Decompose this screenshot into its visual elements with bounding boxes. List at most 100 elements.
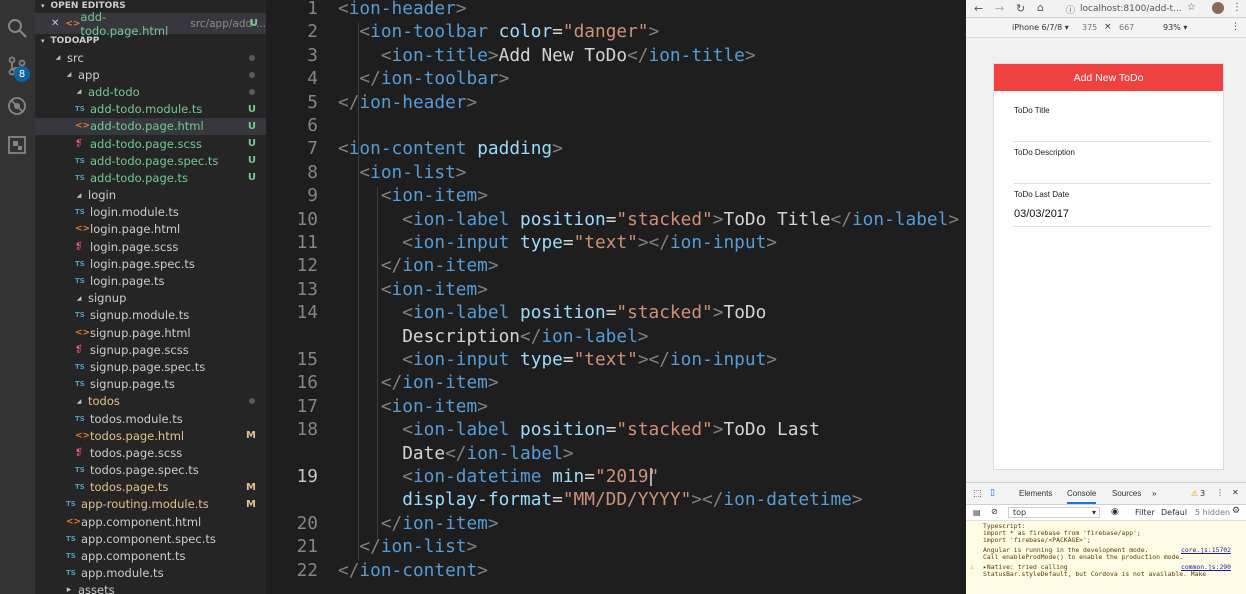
eye-icon[interactable]: ◉ xyxy=(1111,507,1119,517)
file-add-todo-page-ts[interactable]: TS add-todo.page.ts U xyxy=(35,169,266,186)
file-todos-module-ts[interactable]: TS todos.module.ts xyxy=(35,410,266,427)
home-icon[interactable]: ⌂ xyxy=(1037,1,1044,14)
device-select[interactable]: iPhone 6/7/8 ▾ xyxy=(1012,23,1069,32)
file-login-page-html[interactable]: <> login.page.html xyxy=(35,221,266,238)
file-login-page-spec-ts[interactable]: TS login.page.spec.ts xyxy=(35,255,266,272)
file-login-page-scss[interactable]: ❡ login.page.scss xyxy=(35,238,266,255)
code-line[interactable]: 4 </ion-toolbar> xyxy=(266,67,916,90)
todo-description-item[interactable]: ToDo Description xyxy=(1014,148,1211,184)
code-line[interactable]: 21 </ion-list> xyxy=(266,535,916,558)
file-app-component-ts[interactable]: TS app.component.ts xyxy=(35,547,266,564)
reload-icon[interactable]: ↻ xyxy=(1016,2,1025,15)
code-line[interactable]: 9 <ion-item> xyxy=(266,184,916,207)
file-app-routing-module-ts[interactable]: TS app-routing.module.ts M xyxy=(35,496,266,513)
close-icon[interactable]: ✕ xyxy=(1232,488,1239,497)
code-line[interactable]: 16 </ion-item> xyxy=(266,371,916,394)
viewport-width[interactable]: 375 xyxy=(1082,23,1097,32)
file-todos-page-html[interactable]: <> todos.page.html M xyxy=(35,427,266,444)
clear-console-icon[interactable]: ⊘ xyxy=(991,507,998,516)
tab-elements[interactable]: Elements xyxy=(1019,489,1052,498)
file-app-component-html[interactable]: <> app.component.html xyxy=(35,513,266,530)
extensions-icon[interactable] xyxy=(5,133,29,157)
code-line[interactable]: 6 xyxy=(266,114,916,137)
file-signup-module-ts[interactable]: TS signup.module.ts xyxy=(35,307,266,324)
zoom-select[interactable]: 93% ▾ xyxy=(1163,23,1187,32)
file-signup-page-html[interactable]: <> signup.page.html xyxy=(35,324,266,341)
tab-sources[interactable]: Sources xyxy=(1112,489,1141,498)
menu-icon[interactable]: ⋮ xyxy=(1232,2,1242,13)
folder-src[interactable]: ◢ src xyxy=(35,49,266,66)
code-line[interactable]: 19 <ion-datetime min="2019" xyxy=(266,465,916,488)
debug-icon[interactable] xyxy=(5,94,29,118)
sidebar-toggle-icon[interactable]: ▤ xyxy=(973,508,981,517)
file-add-todo-page-spec-ts[interactable]: TS add-todo.page.spec.ts U xyxy=(35,152,266,169)
code-line[interactable]: 22 </ion-content> xyxy=(266,559,916,582)
folder-assets[interactable]: ▸ assets xyxy=(35,582,266,594)
search-icon[interactable] xyxy=(5,16,29,40)
file-app-component-spec-ts[interactable]: TS app.component.spec.ts xyxy=(35,530,266,547)
console-output[interactable]: Typescript: import * as firebase from 'fi… xyxy=(966,521,1246,594)
open-editor-item[interactable]: ✕ <> add-todo.page.html src/app/add-... … xyxy=(35,10,266,38)
file-app-module-ts[interactable]: TS app.module.ts xyxy=(35,565,266,582)
settings-menu-icon[interactable]: ⋮ xyxy=(1216,488,1224,497)
todo-last-date-picker[interactable]: 03/03/2017 xyxy=(1014,208,1211,220)
code-line[interactable]: 8 <ion-list> xyxy=(266,161,916,184)
levels-select[interactable]: Defaul xyxy=(1161,508,1187,517)
code-line[interactable]: Description</ion-label> xyxy=(266,325,916,348)
code-line[interactable]: 18 <ion-label position="stacked">ToDo La… xyxy=(266,418,916,441)
back-icon[interactable]: ← xyxy=(974,2,983,15)
more-icon[interactable]: ⋮ xyxy=(1231,22,1240,32)
todo-last-date-item[interactable]: ToDo Last Date 03/03/2017 xyxy=(1014,190,1211,227)
code-line[interactable]: 17 <ion-item> xyxy=(266,395,916,418)
file-signup-page-scss[interactable]: ❡ signup.page.scss xyxy=(35,341,266,358)
file-login-module-ts[interactable]: TS login.module.ts xyxy=(35,204,266,221)
code-line[interactable]: 14 <ion-label position="stacked">ToDo xyxy=(266,301,916,324)
context-select[interactable]: top ▾ xyxy=(1008,507,1100,518)
viewport-height[interactable]: 667 xyxy=(1119,23,1134,32)
file-todos-page-ts[interactable]: TS todos.page.ts M xyxy=(35,479,266,496)
forward-icon[interactable]: → xyxy=(995,2,1004,15)
file-todos-page-scss[interactable]: ❡ todos.page.scss xyxy=(35,444,266,461)
url-bar[interactable]: localhost:8100/add-t... xyxy=(1080,4,1182,14)
code-line[interactable]: display-format="MM/DD/YYYY"></ion-dateti… xyxy=(266,488,916,511)
token-tag: ion-input xyxy=(669,349,767,370)
code-line[interactable]: 7 <ion-content padding> xyxy=(266,137,916,160)
file-todos-page-spec-ts[interactable]: TS todos.page.spec.ts xyxy=(35,462,266,479)
file-signup-page-ts[interactable]: TS signup.page.ts xyxy=(35,376,266,393)
code-line[interactable]: 10 <ion-label position="stacked">ToDo Ti… xyxy=(266,208,959,231)
code-line[interactable]: 11 <ion-input type="text"></ion-input> xyxy=(266,231,916,254)
file-add-todo-module-ts[interactable]: TS add-todo.module.ts U xyxy=(35,101,266,118)
folder-app[interactable]: ◢ app xyxy=(35,66,266,83)
file-add-todo-page-scss[interactable]: ❡ add-todo.page.scss U xyxy=(35,135,266,152)
code-line[interactable]: 1 <ion-header> xyxy=(266,0,916,20)
tab-console[interactable]: Console xyxy=(1067,489,1097,504)
file-signup-page-spec-ts[interactable]: TS signup.page.spec.ts xyxy=(35,358,266,375)
file-login-page-ts[interactable]: TS login.page.ts xyxy=(35,272,266,289)
todo-title-item[interactable]: ToDo Title xyxy=(1014,106,1211,142)
gear-icon[interactable]: ⚙ xyxy=(1232,506,1240,516)
tab-more[interactable]: » xyxy=(1152,489,1156,498)
profile-avatar[interactable] xyxy=(1212,2,1224,14)
device-toggle-icon[interactable]: ▯ xyxy=(990,488,995,498)
code-line[interactable]: 5 </ion-header> xyxy=(266,91,916,114)
folder-signup[interactable]: ◢ signup xyxy=(35,290,266,307)
folder-login[interactable]: ◢ login xyxy=(35,187,266,204)
folder-todos[interactable]: ◢ todos xyxy=(35,393,266,410)
code-line[interactable]: 13 <ion-item> xyxy=(266,278,916,301)
code-line[interactable]: 20 </ion-item> xyxy=(266,512,916,535)
code-line[interactable]: 15 <ion-input type="text"></ion-input> xyxy=(266,348,916,371)
code-editor[interactable]: 1 <ion-header> 2 <ion-toolbar color="dange… xyxy=(266,0,966,594)
console-source-link[interactable]: core.js:15702 xyxy=(1181,546,1231,554)
device-toolbar: iPhone 6/7/8 ▾ 375 × 667 93% ▾ ⋮ xyxy=(966,18,1246,38)
warnings-count[interactable]: 3 xyxy=(1200,489,1205,498)
file-add-todo-page-html[interactable]: <> add-todo.page.html U xyxy=(35,117,266,135)
code-line[interactable]: 12 </ion-item> xyxy=(266,254,916,277)
close-icon[interactable]: ✕ xyxy=(51,18,59,29)
star-icon[interactable]: ☆ xyxy=(1187,2,1196,13)
folder-add-todo[interactable]: ◢ add-todo xyxy=(35,83,266,100)
inspect-icon[interactable]: ⬚ xyxy=(973,489,982,499)
code-line[interactable]: Date</ion-label> xyxy=(266,442,916,465)
filter-input[interactable]: Filter xyxy=(1135,508,1155,517)
code-line[interactable]: 2 <ion-toolbar color="danger"> xyxy=(266,20,916,43)
code-line[interactable]: 3 <ion-title>Add New ToDo</ion-title> xyxy=(266,44,916,67)
